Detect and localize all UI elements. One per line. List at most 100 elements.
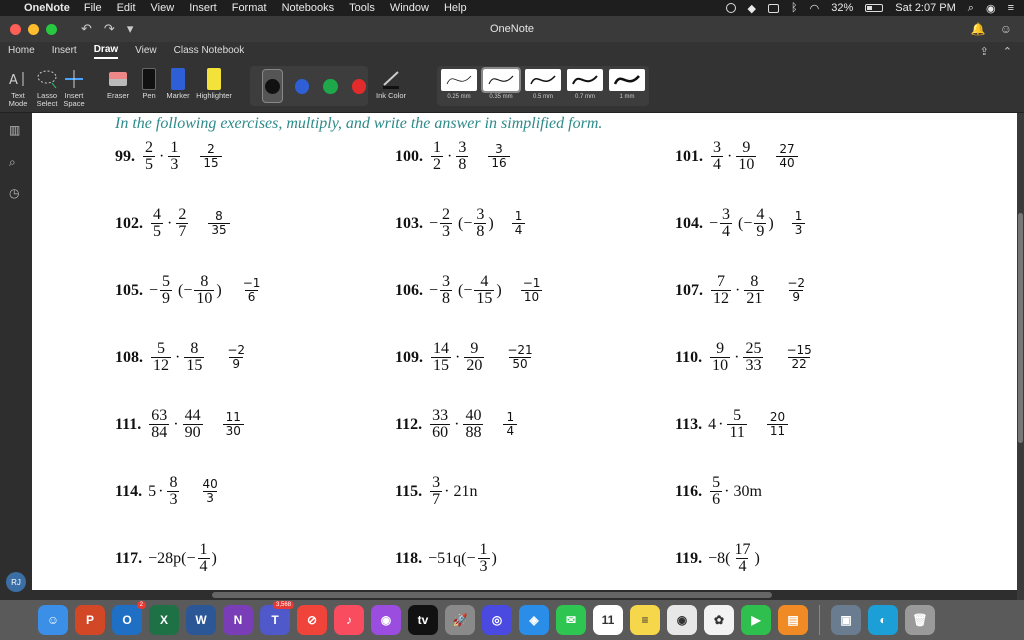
thickness-option-0-25mm[interactable]: 0.25 mm [439,69,479,100]
dropbox-icon[interactable]: ◆ [748,2,756,15]
dock-messages-icon[interactable]: ✉ [556,605,586,635]
color-swatch-blue[interactable] [295,78,310,94]
search-icon[interactable]: ⌕ [9,155,16,170]
thickness-option-0-35mm-selected[interactable]: 0.35 mm [481,67,521,100]
exercise-item: 109. 14 15 · 9 20 −21 50 [395,341,536,374]
notebooks-icon[interactable]: ▥ [9,123,20,137]
menu-format[interactable]: Format [232,2,267,14]
clock[interactable]: Sat 2:07 PM [895,2,956,14]
dock-outlook-icon[interactable]: O2 [112,601,146,635]
menu-view[interactable]: View [151,2,175,14]
close-paren: ) [211,549,217,567]
tab-class-notebook[interactable]: Class Notebook [174,45,245,58]
menu-insert[interactable]: Insert [189,2,217,14]
wifi-icon[interactable]: ◠ [810,2,820,15]
close-paren: ) [491,549,497,567]
denominator: 10 [710,357,731,374]
dock-notes-icon[interactable]: ≡ [630,605,660,635]
search-icon[interactable]: ⌕ [968,2,974,15]
vertical-scrollbar[interactable] [1017,113,1024,600]
dock-teams-icon[interactable]: T 3,568 [260,601,294,635]
color-swatch-red[interactable] [351,78,367,94]
feedback-icon[interactable]: ☺ [1000,22,1012,36]
tab-view[interactable]: View [135,45,157,58]
dock-podcasts-icon[interactable]: ◉ [371,605,401,635]
dock-preview-icon[interactable]: ▣ [831,605,861,635]
tab-insert[interactable]: Insert [52,45,77,58]
open-paren: ( [725,549,731,567]
undo-icon[interactable]: ↶ [81,21,92,37]
dock-music-icon[interactable]: ♪ [334,605,364,635]
menu-help[interactable]: Help [444,2,467,14]
dock-webex-icon[interactable]: ◐ [868,605,898,635]
dock-trash-icon[interactable]: 🗑 [905,605,935,635]
denominator: 21 [744,290,765,307]
denominator: 33 [743,357,764,374]
close-window-button[interactable] [10,23,21,35]
vertical-scroll-thumb[interactable] [1018,213,1023,443]
exercise-expression: 3 7 · 21n [428,475,477,508]
eraser-tool[interactable]: Eraser [103,66,133,100]
highlighter-tool[interactable]: Highlighter [193,66,235,100]
lasso-select-tool[interactable]: Lasso Select [33,66,61,108]
control-center-icon[interactable]: ◉ [986,2,996,15]
pen-tool[interactable]: Pen [138,66,160,100]
dock-safari-icon[interactable]: ◈ [519,605,549,635]
thickness-option-0-7mm[interactable]: 0.7 mm [565,69,605,100]
dock-excel-icon[interactable]: X [149,605,179,635]
menu-file[interactable]: File [84,2,102,14]
recent-notes-icon[interactable]: ◷ [9,186,19,200]
thickness-option-0-5mm[interactable]: 0.5 mm [523,69,563,100]
note-page[interactable]: In the following exercises, multiply, an… [32,113,1017,590]
menu-edit[interactable]: Edit [117,2,136,14]
menu-list-icon[interactable]: ≡ [1008,2,1014,14]
customize-toolbar-icon[interactable]: ▾ [127,21,134,37]
handwritten-answer: 3 16 [488,143,510,170]
dock-word-icon[interactable]: W [186,605,216,635]
dock-launchpad-icon[interactable]: 🚀 [445,605,475,635]
menu-window[interactable]: Window [390,2,429,14]
airplay-icon[interactable] [768,3,779,13]
dock-news-icon[interactable]: ⊘ [297,605,327,635]
dock-photos-icon[interactable]: ✿ [704,605,734,635]
dock-chrome-icon[interactable]: ◉ [667,605,697,635]
thickness-option-1mm[interactable]: 1 mm [607,69,647,100]
marker-tool[interactable]: Marker [164,66,192,100]
dock-siri-icon[interactable]: ◎ [482,605,512,635]
color-swatch-black-selected[interactable] [262,69,284,103]
highlighter-label: Highlighter [196,91,232,100]
handwritten-answer: −21 50 [504,344,535,371]
bluetooth-icon[interactable]: ᛒ [791,2,798,14]
dock-tv-icon[interactable]: tv [408,605,438,635]
dock-calendar-icon[interactable]: 11 [593,605,623,635]
dock-finder-icon[interactable]: ☺ [38,605,68,635]
notifications-icon[interactable]: 🔔 [971,22,986,36]
dock-onenote-icon[interactable]: N [223,605,253,635]
share-icon[interactable]: ⇪ [980,45,989,58]
menu-notebooks[interactable]: Notebooks [282,2,335,14]
minimize-window-button[interactable] [28,23,39,35]
dock-books-icon[interactable]: ▤ [778,605,808,635]
tab-draw[interactable]: Draw [93,44,119,59]
exercise-item: 103. −2 3 (− 3 8) 1 4 [395,207,526,240]
text-mode-tool[interactable]: A Text Mode [4,66,32,108]
insert-space-tool[interactable]: Insert Space [60,66,88,108]
redo-icon[interactable]: ↷ [104,21,115,37]
horizontal-scroll-thumb[interactable] [212,592,772,598]
color-swatch-green[interactable] [323,78,338,94]
dock-powerpoint-icon[interactable]: P [75,605,105,635]
exercise-item: 108. 5 12 · 8 15 −2 9 [115,341,248,374]
ink-color-tool[interactable]: Ink Color [374,66,408,100]
tab-home[interactable]: Home [8,45,35,58]
zoom-window-button[interactable] [46,23,57,35]
avatar[interactable]: RJ [6,572,26,592]
battery-icon[interactable] [865,4,884,12]
menu-tools[interactable]: Tools [349,2,375,14]
collapse-ribbon-icon[interactable]: ⌃ [1003,45,1012,58]
dock-facetime-icon[interactable]: ▶ [741,605,771,635]
numerator: 3 [432,474,441,491]
horizontal-scrollbar[interactable] [32,590,1017,600]
fraction: 23 [440,207,453,240]
record-icon[interactable] [725,3,736,13]
menu-app-name[interactable]: OneNote [24,2,70,14]
